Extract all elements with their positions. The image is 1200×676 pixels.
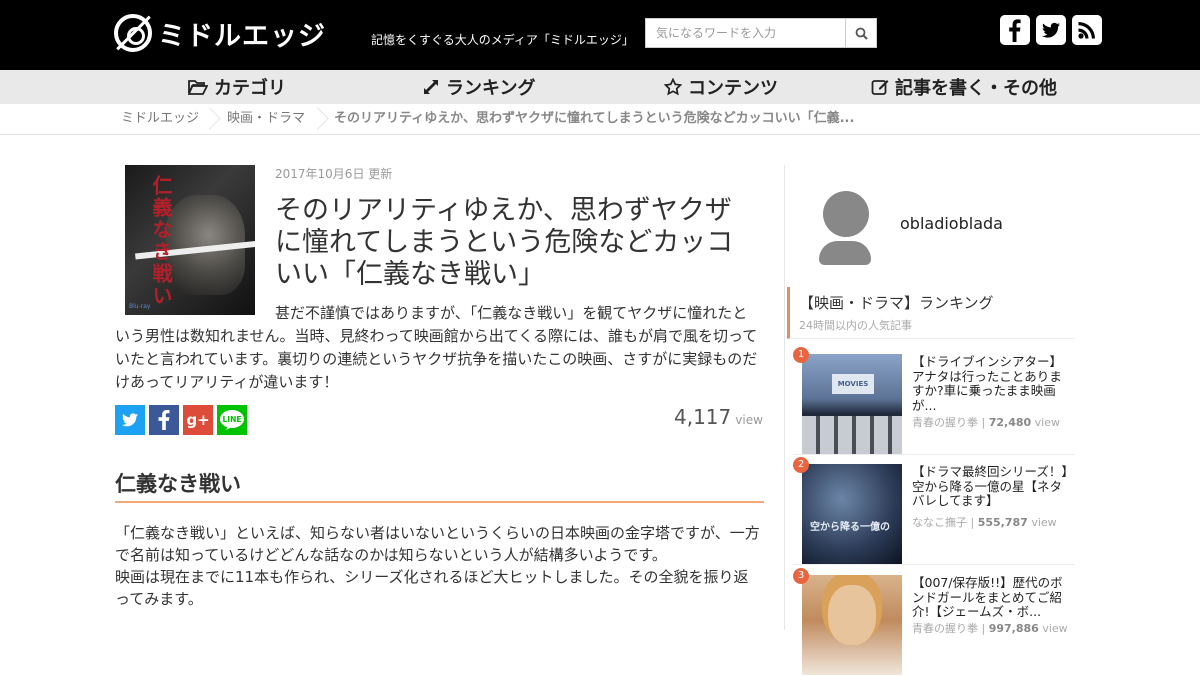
ranking-header: 【映画・ドラマ】ランキング 24時間以内の人気記事 [787,287,1075,339]
ranking-thumbnail: MOVIES [802,354,902,454]
article-title: そのリアリティゆえか、思わずヤクザに憧れてしまうという危険などカッコいい「仁義な… [275,195,734,290]
thumb-cars [802,416,902,454]
ranking-subtitle: 24時間以内の人気記事 [799,319,912,332]
view-unit: view [735,413,763,427]
thumb-screen: MOVIES [832,374,874,394]
facebook-icon[interactable] [1000,15,1030,45]
nav-write-article[interactable]: 記事を書く・その他 [871,70,1057,104]
ranking-view-unit: view [1042,622,1068,635]
breadcrumb-category[interactable]: 映画・ドラマ [227,104,305,134]
search-icon [855,27,868,40]
section-heading: 仁義なき戦い [115,468,764,503]
twitter-icon[interactable] [1036,15,1066,45]
folder-open-icon [188,80,208,95]
thumb-caption: 空から降る一億の [810,522,890,533]
article-date: 2017年10月6日 更新 [275,167,393,181]
body-paragraph: 映画は現在までに11本も作られ、シリーズ化されるほど大ヒットしました。その全貌を… [115,568,749,608]
ranking-views: 72,480 [988,416,1032,429]
ranking-author: 青春の握り拳 [912,622,978,635]
site-logo[interactable]: ミドルエッジ [114,13,326,53]
nav-label: 記事を書く・その他 [895,78,1057,99]
expand-arrows-icon [424,80,438,94]
avatar-body-shape [819,241,871,265]
breadcrumb-separator [205,104,219,134]
ranking-view-unit: view [1034,416,1060,429]
star-icon [664,78,682,96]
ranking-author: ななこ撫子 [912,516,967,529]
ranking-views: 555,787 [977,516,1028,529]
nav-categories[interactable]: カテゴリ [188,70,286,104]
rank-badge: 1 [793,347,809,363]
logo-text: ミドルエッジ [158,20,326,52]
facebook-share-icon[interactable] [149,405,179,435]
ranking-item-title: 【ドラマ最終回シリーズ！】空から降る一億の星【ネタバレしてます】 [912,464,1068,508]
view-counter: 4,117 view [674,405,763,429]
body-paragraph: 「仁義なき戦い」といえば、知らない者はいないというくらいの日本映画の金字塔ですが… [115,524,760,564]
breadcrumb-current: そのリアリティゆえか、思わずヤクザに憧れてしまうという危険などカッコいい「仁義.… [334,111,855,126]
ranking-views: 997,886 [988,622,1039,635]
article-lead: 甚だ不謹慎ではありますが、「仁義なき戦い」を観てヤクザに憧れたという男性は数知れ… [115,304,758,391]
google-plus-share-icon[interactable]: g+ [183,405,213,435]
hero-title-text: 仁義なき戦い [149,175,173,307]
ranking-view-unit: view [1031,516,1057,529]
author-name[interactable]: obladioblada [900,214,1003,233]
avatar-head-shape [823,191,869,237]
edit-icon [871,80,889,95]
rank-badge: 2 [793,457,809,473]
twitter-share-icon[interactable] [115,405,145,435]
social-links [1000,15,1102,45]
nav-contents[interactable]: コンテンツ [664,70,778,104]
thumb-portrait [828,585,876,645]
breadcrumb: ミドルエッジ 映画・ドラマ そのリアリティゆえか、思わずヤクザに憧れてしまうとい… [0,104,1200,135]
svg-text:LINE: LINE [223,415,242,424]
ranking-item-meta: ななこ撫子 | 555,787 view [912,516,1057,529]
ranking-item-meta: 青春の握り拳 | 997,886 view [912,622,1068,635]
line-share-icon[interactable]: LINE [217,405,247,435]
rank-badge: 3 [793,568,809,584]
author-avatar[interactable] [819,191,871,265]
view-count: 4,117 [674,405,732,429]
search-input[interactable] [645,18,845,48]
site-tagline: 記憶をくすぐる大人のメディア「ミドルエッジ」 [371,33,634,47]
ranking-thumbnail: 空から降る一億の [802,464,902,564]
nav-ranking[interactable]: ランキング [422,70,535,104]
ranking-item-title: 【007/保存版!!】歴代のボンドガールをまとめてご紹介!【ジェームズ・ボ... [912,575,1063,619]
nav-label: カテゴリ [214,78,286,99]
ranking-item-title: 【ドライブインシアター】アナタは行ったことありますか?車に乗ったまま映画が... [912,354,1063,413]
main-nav: カテゴリ ランキング コンテンツ 記事を書く・その他 [0,70,1200,104]
ranking-item[interactable]: 空から降る一億の 2 【ドラマ最終回シリーズ！】空から降る一億の星【ネタバレして… [793,457,1075,565]
article-hero-image: 仁義なき戦い Blu-ray [125,165,255,315]
rss-icon[interactable] [1072,15,1102,45]
ranking-author: 青春の握り拳 [912,416,978,429]
nav-label: コンテンツ [688,78,778,99]
ranking-thumbnail [802,575,902,675]
share-buttons: g+ LINE [115,405,247,435]
ranking-title: 【映画・ドラマ】ランキング [799,294,994,312]
site-header: ミドルエッジ 記憶をくすぐる大人のメディア「ミドルエッジ」 [0,0,1200,70]
ranking-item[interactable]: 3 【007/保存版!!】歴代のボンドガールをまとめてご紹介!【ジェームズ・ボ.… [793,568,1075,676]
nav-label: ランキング [446,78,536,99]
logo-icon [114,14,152,52]
sidebar: obladioblada 【映画・ドラマ】ランキング 24時間以内の人気記事 M… [784,165,1080,675]
search-button[interactable] [845,18,877,48]
breadcrumb-separator [313,104,327,134]
breadcrumb-home[interactable]: ミドルエッジ [121,104,199,134]
ranking-item[interactable]: MOVIES 1 【ドライブインシアター】アナタは行ったことありますか?車に乗っ… [793,347,1075,455]
ranking-item-meta: 青春の握り拳 | 72,480 view [912,416,1060,429]
search-form [645,18,877,48]
article-body: 「仁義なき戦い」といえば、知らない者はいないというくらいの日本映画の金字塔ですが… [115,522,760,610]
